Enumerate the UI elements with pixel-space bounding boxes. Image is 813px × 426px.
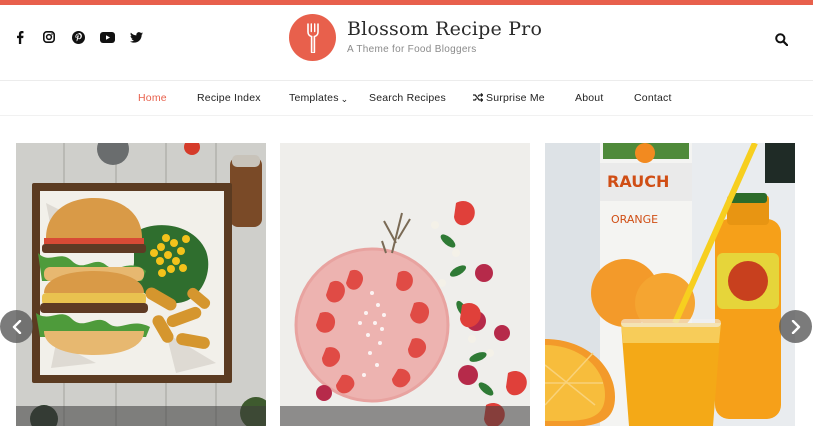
facebook-icon[interactable] xyxy=(12,29,28,45)
nav-item-surprise-me-label: Surprise Me xyxy=(486,92,545,104)
nav-item-templates-label: Templates xyxy=(289,92,339,104)
shuffle-icon xyxy=(473,93,484,102)
chevron-left-icon[interactable] xyxy=(0,310,33,343)
nav-item-home[interactable]: Home xyxy=(138,92,167,104)
slide-orange-juice[interactable]: RAUCH ORANGE xyxy=(545,143,795,426)
nav-item-recipe-index[interactable]: Recipe Index xyxy=(197,92,261,104)
juice-carton-flavor: ORANGE xyxy=(611,213,658,226)
fork-icon[interactable] xyxy=(289,14,336,61)
site-title[interactable]: Blossom Recipe Pro xyxy=(347,18,542,40)
slide-burger-and-corn-tray[interactable] xyxy=(16,143,266,426)
slide-caption-overlay xyxy=(280,406,530,426)
slide-strawberry-smoothie-bowl[interactable] xyxy=(280,143,530,426)
instagram-icon[interactable] xyxy=(41,29,57,45)
chevron-down-icon: ⌄ xyxy=(340,94,349,104)
featured-slider: RAUCH ORANGE xyxy=(0,143,813,426)
nav-item-search-recipes[interactable]: Search Recipes xyxy=(369,92,446,104)
site-tagline: A Theme for Food Bloggers xyxy=(347,44,477,55)
twitter-icon[interactable] xyxy=(128,29,144,45)
site-branding[interactable]: Blossom Recipe Pro A Theme for Food Blog… xyxy=(289,14,542,61)
youtube-icon[interactable] xyxy=(99,29,115,45)
nav-item-about[interactable]: About xyxy=(575,92,603,104)
primary-navigation: Home Recipe Index Templates ⌄ Search Reci… xyxy=(0,82,813,116)
pinterest-icon[interactable] xyxy=(70,29,86,45)
slide-caption-overlay xyxy=(16,406,266,426)
nav-item-surprise-me[interactable]: Surprise Me xyxy=(473,92,545,104)
nav-item-templates[interactable]: Templates ⌄ xyxy=(289,92,348,105)
nav-item-contact[interactable]: Contact xyxy=(634,92,672,104)
social-links xyxy=(12,29,144,45)
search-icon[interactable] xyxy=(775,33,791,49)
chevron-right-icon[interactable] xyxy=(779,310,812,343)
juice-carton-brand: RAUCH xyxy=(607,172,669,191)
site-header: Blossom Recipe Pro A Theme for Food Blog… xyxy=(0,5,813,81)
